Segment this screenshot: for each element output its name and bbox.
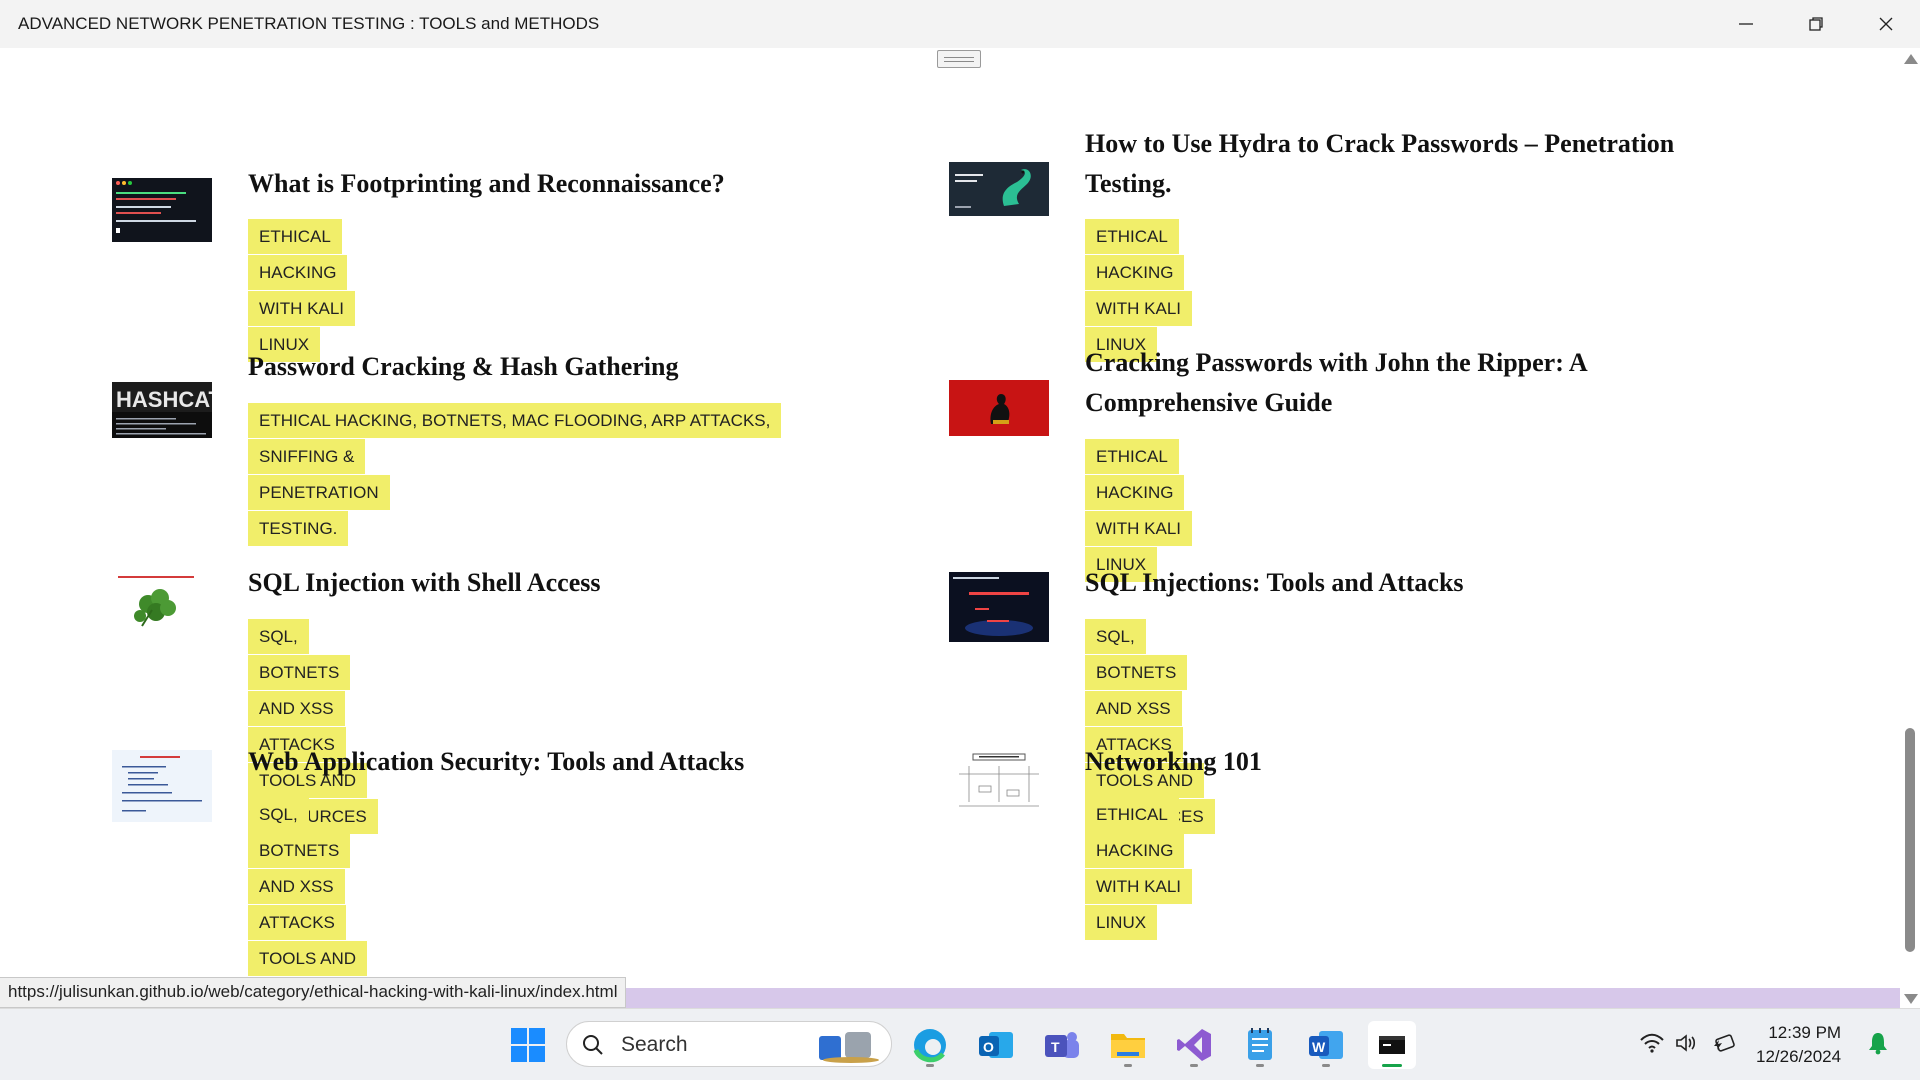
post-title[interactable]: What is Footprinting and Reconnaissance? [248,164,725,204]
post-title[interactable]: Web Application Security: Tools and Atta… [248,742,744,782]
word-icon: W [1309,1031,1343,1059]
restore-button[interactable] [1782,0,1850,48]
close-icon [1879,17,1893,31]
windows-logo-icon [511,1028,545,1062]
post-title[interactable]: Networking 101 [1085,742,1262,782]
search-icon [583,1035,603,1055]
tag-label: ETHICAL HACKING WITH KALI LINUX [1085,439,1193,582]
svg-text:O: O [983,1039,994,1055]
taskbar-notepad[interactable] [1236,1021,1284,1069]
search-placeholder: Search [621,1033,688,1056]
post-thumbnail[interactable] [949,162,1049,216]
clock-date: 12/26/2024 [1756,1047,1842,1066]
outlook-icon: O [979,1032,1013,1058]
restore-icon [1809,17,1823,31]
minimize-icon [1739,23,1753,25]
post-thumbnail[interactable] [112,750,212,822]
minimize-button[interactable] [1712,0,1780,48]
running-indicator [1256,1064,1264,1067]
taskbar-active-app[interactable] [1368,1021,1416,1069]
taskbar-word[interactable]: W [1302,1021,1350,1069]
close-button[interactable] [1852,0,1920,48]
volume-icon[interactable] [1672,1029,1700,1057]
title-bar: ADVANCED NETWORK PENETRATION TESTING : T… [0,0,1920,48]
post-thumbnail[interactable] [949,380,1049,436]
tag-label: SQL, BOTNETS AND XSS ATTACKS TOOLS AND R… [248,797,378,988]
post-thumbnail[interactable] [112,574,212,634]
post-title[interactable]: SQL Injections: Tools and Attacks [1085,563,1464,603]
post-title-line-2[interactable]: Testing. [1085,164,1171,204]
scroll-down-arrow-icon[interactable] [1904,994,1918,1004]
running-indicator [1190,1064,1198,1067]
post-category-tag[interactable]: ETHICAL HACKING WITH KALI LINUX [1085,797,1193,941]
post-title-line-2[interactable]: Comprehensive Guide [1085,383,1332,423]
post-title-line-1[interactable]: Cracking Passwords with John the Ripper:… [1085,343,1588,383]
post-thumbnail[interactable] [112,178,212,242]
post-category-tag[interactable]: ETHICAL HACKING WITH KALI LINUX [248,219,356,363]
visual-studio-icon [1177,1029,1211,1061]
clock-time: 12:39 PM [1768,1023,1842,1042]
post-category-tag[interactable]: SQL, BOTNETS AND XSS ATTACKS TOOLS AND R… [248,797,378,988]
notepad-icon [1248,1028,1272,1060]
thumbnail-text: HASHCAT [116,387,212,412]
search-highlight-icon [819,1032,879,1063]
running-indicator-active [1382,1064,1402,1067]
post-title[interactable]: Password Cracking & Hash Gathering [248,347,678,387]
wifi-icon[interactable] [1638,1029,1666,1057]
window-title: ADVANCED NETWORK PENETRATION TESTING : T… [18,14,600,33]
scrollbar-thumb[interactable] [1905,728,1915,952]
tag-label: ETHICAL HACKING WITH KALI LINUX [1085,797,1193,940]
vertical-scrollbar[interactable] [1900,48,1920,1008]
drag-handle[interactable] [937,50,981,68]
running-indicator [926,1064,934,1067]
app-window-icon [1379,1036,1405,1054]
taskbar-visual-studio[interactable] [1170,1021,1218,1069]
edge-browser-icon [913,1029,946,1063]
running-indicator [1124,1064,1132,1067]
taskbar-teams[interactable]: T [1038,1021,1086,1069]
post-title[interactable]: SQL Injection with Shell Access [248,563,600,603]
taskbar-search[interactable]: Search [566,1021,892,1067]
running-indicator [1322,1064,1330,1067]
taskbar-outlook[interactable]: O [972,1021,1020,1069]
post-title-line-1[interactable]: How to Use Hydra to Crack Passwords – Pe… [1085,124,1674,164]
tag-label-line-2: SNIFFING & PENETRATION TESTING. [248,439,390,546]
status-url: https://julisunkan.github.io/web/categor… [0,977,627,1008]
battery-icon[interactable] [1710,1029,1738,1057]
notification-bell-icon[interactable] [1864,1029,1892,1057]
taskbar: Search O T W 12:39 PM 12/26/2024 [0,1008,1920,1080]
taskbar-edge[interactable] [906,1021,954,1069]
start-button[interactable] [504,1021,552,1069]
page-content: What is Footprinting and Reconnaissance?… [0,48,1900,988]
teams-icon: T [1045,1032,1079,1058]
taskbar-file-explorer[interactable] [1104,1021,1152,1069]
tag-label: ETHICAL HACKING WITH KALI LINUX [1085,219,1193,362]
post-category-tag[interactable]: ETHICAL HACKING WITH KALI LINUX [1085,439,1193,583]
post-category-tag-continued[interactable]: SNIFFING & PENETRATION TESTING. [248,439,390,547]
clock[interactable]: 12:39 PM 12/26/2024 [1756,1021,1841,1069]
post-thumbnail[interactable] [949,572,1049,642]
tag-label: ETHICAL HACKING WITH KALI LINUX [248,219,356,362]
scroll-up-arrow-icon[interactable] [1904,54,1918,64]
post-thumbnail[interactable]: HASHCAT [112,382,212,438]
svg-text:W: W [1312,1039,1326,1055]
folder-icon [1111,1034,1145,1058]
post-thumbnail[interactable] [949,752,1049,814]
svg-text:T: T [1051,1039,1060,1055]
post-category-tag[interactable]: ETHICAL HACKING WITH KALI LINUX [1085,219,1193,363]
